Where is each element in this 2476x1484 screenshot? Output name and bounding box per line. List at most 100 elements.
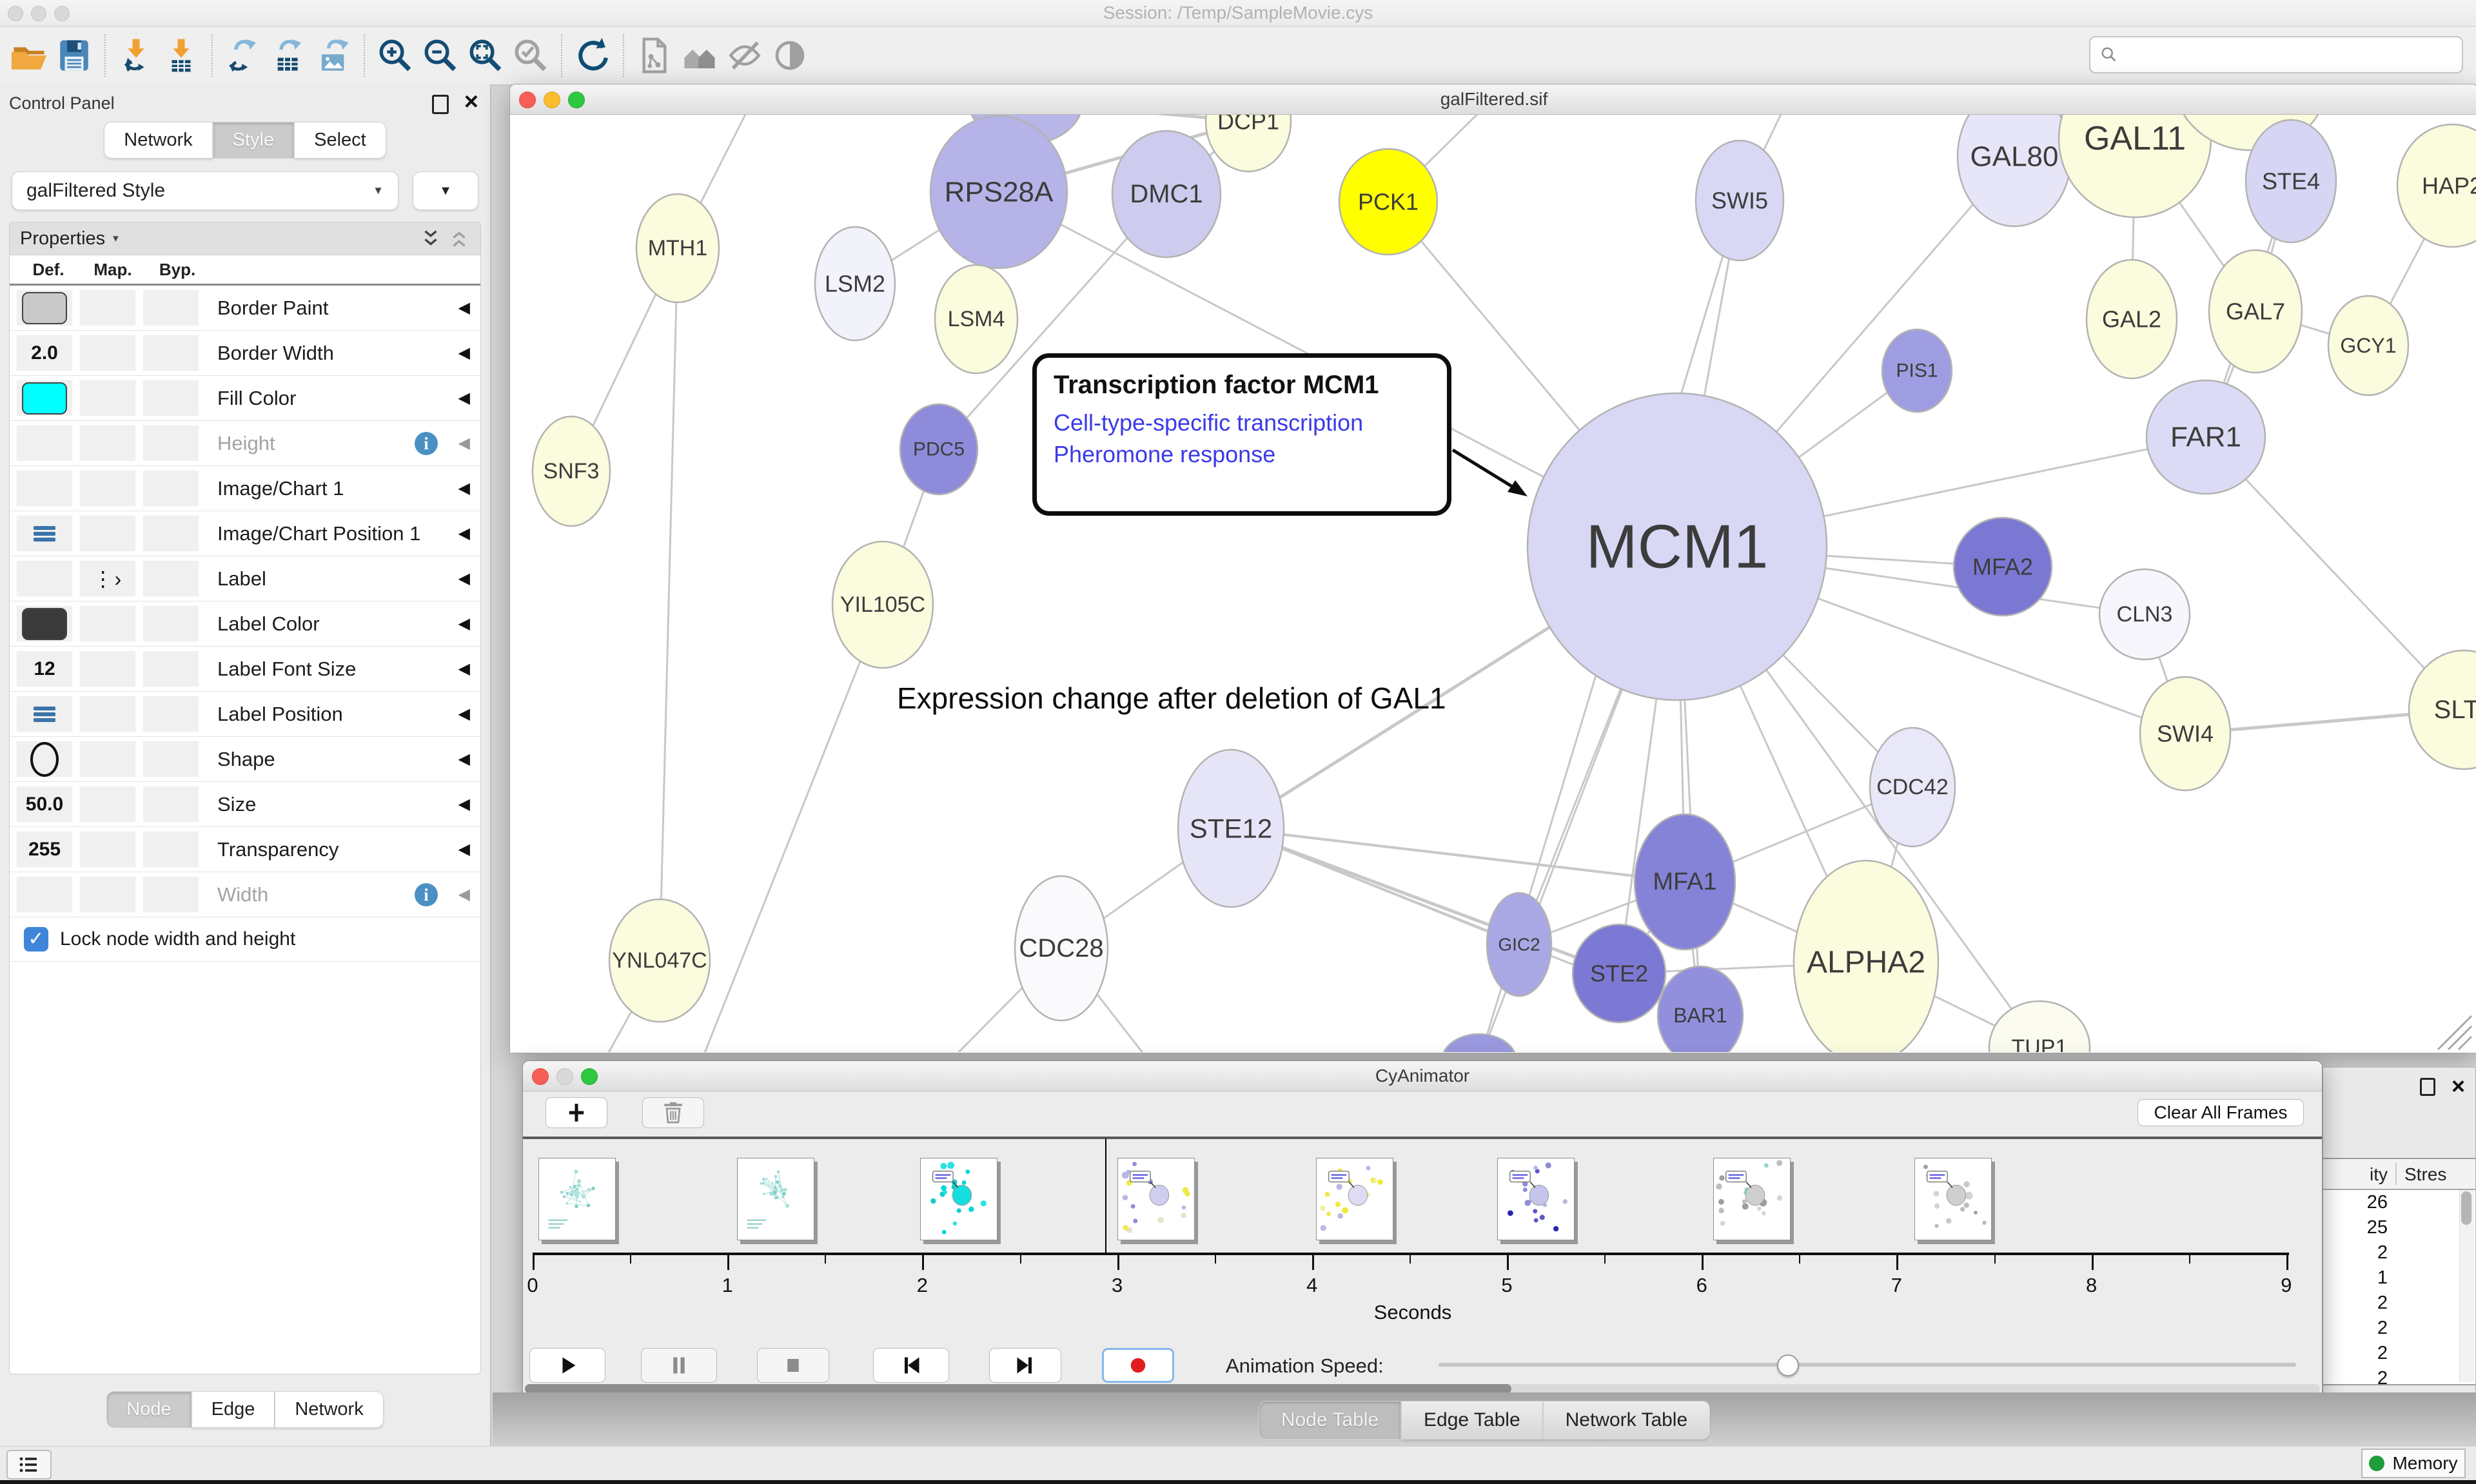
default-cell[interactable] xyxy=(16,741,73,777)
info-icon[interactable]: i xyxy=(415,432,438,455)
zoom-selected-button[interactable] xyxy=(508,32,553,79)
search-input[interactable] xyxy=(2125,44,2453,66)
expand-row-icon[interactable]: ◀ xyxy=(458,795,470,814)
default-cell[interactable]: 255 xyxy=(16,831,73,868)
network-file-button[interactable] xyxy=(632,32,677,79)
show-all-button[interactable] xyxy=(767,32,812,79)
lock-checkbox[interactable]: ✓ xyxy=(24,927,48,952)
property-row-image-chart-position-1[interactable]: Image/Chart Position 1◀ xyxy=(10,511,480,556)
zoom-fit-button[interactable] xyxy=(463,32,508,79)
stop-button[interactable] xyxy=(757,1348,829,1383)
ellipse-shape-icon[interactable] xyxy=(30,742,59,777)
property-row-image-chart-1[interactable]: Image/Chart 1◀ xyxy=(10,466,480,511)
close-icon[interactable]: × xyxy=(464,90,478,114)
bypass-cell[interactable] xyxy=(142,380,199,416)
table-cell-value[interactable]: 2 xyxy=(2323,1366,2388,1391)
animation-speed-handle[interactable] xyxy=(1777,1354,1799,1376)
table-cell-value[interactable]: 25 xyxy=(2323,1215,2388,1240)
default-cell[interactable] xyxy=(16,696,73,732)
bypass-cell[interactable] xyxy=(142,876,199,913)
timeline-frame-1[interactable] xyxy=(737,1158,814,1240)
property-row-label-font-size[interactable]: 12Label Font Size◀ xyxy=(10,647,480,692)
timeline-frame-0[interactable] xyxy=(538,1158,616,1240)
timeline-frame-3[interactable] xyxy=(1117,1158,1195,1240)
mapping-cell[interactable] xyxy=(79,335,136,371)
style-target-tab-node[interactable]: Node xyxy=(106,1391,191,1428)
table-cell-value[interactable]: 2 xyxy=(2323,1316,2388,1341)
timeline-frame-6[interactable] xyxy=(1713,1158,1791,1240)
bypass-cell[interactable] xyxy=(142,605,199,642)
bypass-cell[interactable] xyxy=(142,289,199,326)
memory-button[interactable]: Memory xyxy=(2361,1449,2466,1478)
mapping-cell[interactable] xyxy=(79,876,136,913)
default-cell[interactable] xyxy=(16,380,73,416)
property-row-border-paint[interactable]: Border Paint◀ xyxy=(10,286,480,331)
float-window-icon[interactable] xyxy=(432,95,449,114)
bypass-cell[interactable] xyxy=(142,515,199,552)
float-window-icon[interactable] xyxy=(2420,1078,2435,1096)
expand-row-icon[interactable]: ◀ xyxy=(458,705,470,723)
table-column-stress[interactable]: Stres xyxy=(2404,1164,2446,1185)
style-dropdown[interactable]: galFiltered Style ▼ xyxy=(12,171,398,210)
mapping-cell[interactable] xyxy=(79,380,136,416)
property-row-height[interactable]: Heighti◀ xyxy=(10,421,480,466)
bypass-cell[interactable] xyxy=(142,741,199,777)
play-button[interactable] xyxy=(529,1348,605,1383)
zoom-out-button[interactable] xyxy=(418,32,463,79)
animation-speed-slider[interactable] xyxy=(1439,1363,2296,1367)
pause-button[interactable] xyxy=(641,1348,717,1383)
table-tab-network-table[interactable]: Network Table xyxy=(1543,1401,1711,1440)
save-session-button[interactable] xyxy=(52,32,97,79)
style-target-tab-network[interactable]: Network xyxy=(275,1391,383,1428)
timeline-playhead[interactable] xyxy=(1105,1138,1106,1254)
default-value[interactable]: 2.0 xyxy=(31,342,58,364)
network-window-titlebar[interactable]: galFiltered.sif xyxy=(510,84,2476,115)
mapping-cell[interactable] xyxy=(79,289,136,326)
bypass-cell[interactable] xyxy=(142,786,199,823)
annotation-box[interactable]: Transcription factor MCM1 Cell-type-spec… xyxy=(1032,353,1451,516)
close-icon[interactable]: × xyxy=(2451,1073,2465,1100)
style-target-tab-edge[interactable]: Edge xyxy=(192,1391,275,1428)
position-icon[interactable] xyxy=(34,526,55,542)
property-row-size[interactable]: 50.0Size◀ xyxy=(10,782,480,827)
bypass-cell[interactable] xyxy=(142,696,199,732)
expand-all-icon[interactable] xyxy=(420,228,442,249)
mapping-cell[interactable] xyxy=(79,515,136,552)
property-row-label-position[interactable]: Label Position◀ xyxy=(10,692,480,737)
expand-row-icon[interactable]: ◀ xyxy=(458,479,470,498)
bypass-cell[interactable] xyxy=(142,650,199,687)
position-icon[interactable] xyxy=(34,707,55,722)
export-image-button[interactable] xyxy=(311,32,356,79)
timeline-frame-4[interactable] xyxy=(1316,1158,1393,1240)
property-row-fill-color[interactable]: Fill Color◀ xyxy=(10,376,480,421)
network-canvas[interactable]: DCP1RPS28ADMC1PCK1MTH1LSM2LSM4SWI5GAL80G… xyxy=(510,115,2476,1052)
default-cell[interactable]: 50.0 xyxy=(16,786,73,823)
cyanimator-titlebar[interactable]: CyAnimator xyxy=(523,1061,2322,1091)
mapping-cell[interactable] xyxy=(79,425,136,462)
bypass-cell[interactable] xyxy=(142,560,199,597)
network-node[interactable] xyxy=(1442,1034,1517,1052)
mapping-cell[interactable] xyxy=(79,831,136,868)
expand-row-icon[interactable]: ◀ xyxy=(458,885,470,904)
default-cell[interactable]: 12 xyxy=(16,650,73,687)
mapping-icon[interactable]: ⋮› xyxy=(93,567,123,591)
expand-row-icon[interactable]: ◀ xyxy=(458,344,470,362)
default-cell[interactable] xyxy=(16,605,73,642)
color-swatch[interactable] xyxy=(22,382,67,415)
lock-node-size-row[interactable]: ✓ Lock node width and height xyxy=(10,917,480,962)
bypass-cell[interactable] xyxy=(142,425,199,462)
expand-row-icon[interactable]: ◀ xyxy=(458,840,470,859)
record-button[interactable] xyxy=(1102,1348,1174,1383)
mapping-cell[interactable]: ⋮› xyxy=(79,560,136,597)
table-column-ity[interactable]: ity xyxy=(2323,1164,2388,1185)
tab-style[interactable]: Style xyxy=(213,122,294,159)
mapping-cell[interactable] xyxy=(79,741,136,777)
property-row-label[interactable]: ⋮›Label◀ xyxy=(10,556,480,601)
expand-row-icon[interactable]: ◀ xyxy=(458,569,470,588)
info-icon[interactable]: i xyxy=(415,883,438,906)
annotation-link-2[interactable]: Pheromone response xyxy=(1054,439,1430,471)
first-neighbors-button[interactable] xyxy=(677,32,722,79)
property-row-width[interactable]: Widthi◀ xyxy=(10,872,480,917)
mapping-cell[interactable] xyxy=(79,786,136,823)
table-cell-value[interactable]: 2 xyxy=(2323,1291,2388,1316)
